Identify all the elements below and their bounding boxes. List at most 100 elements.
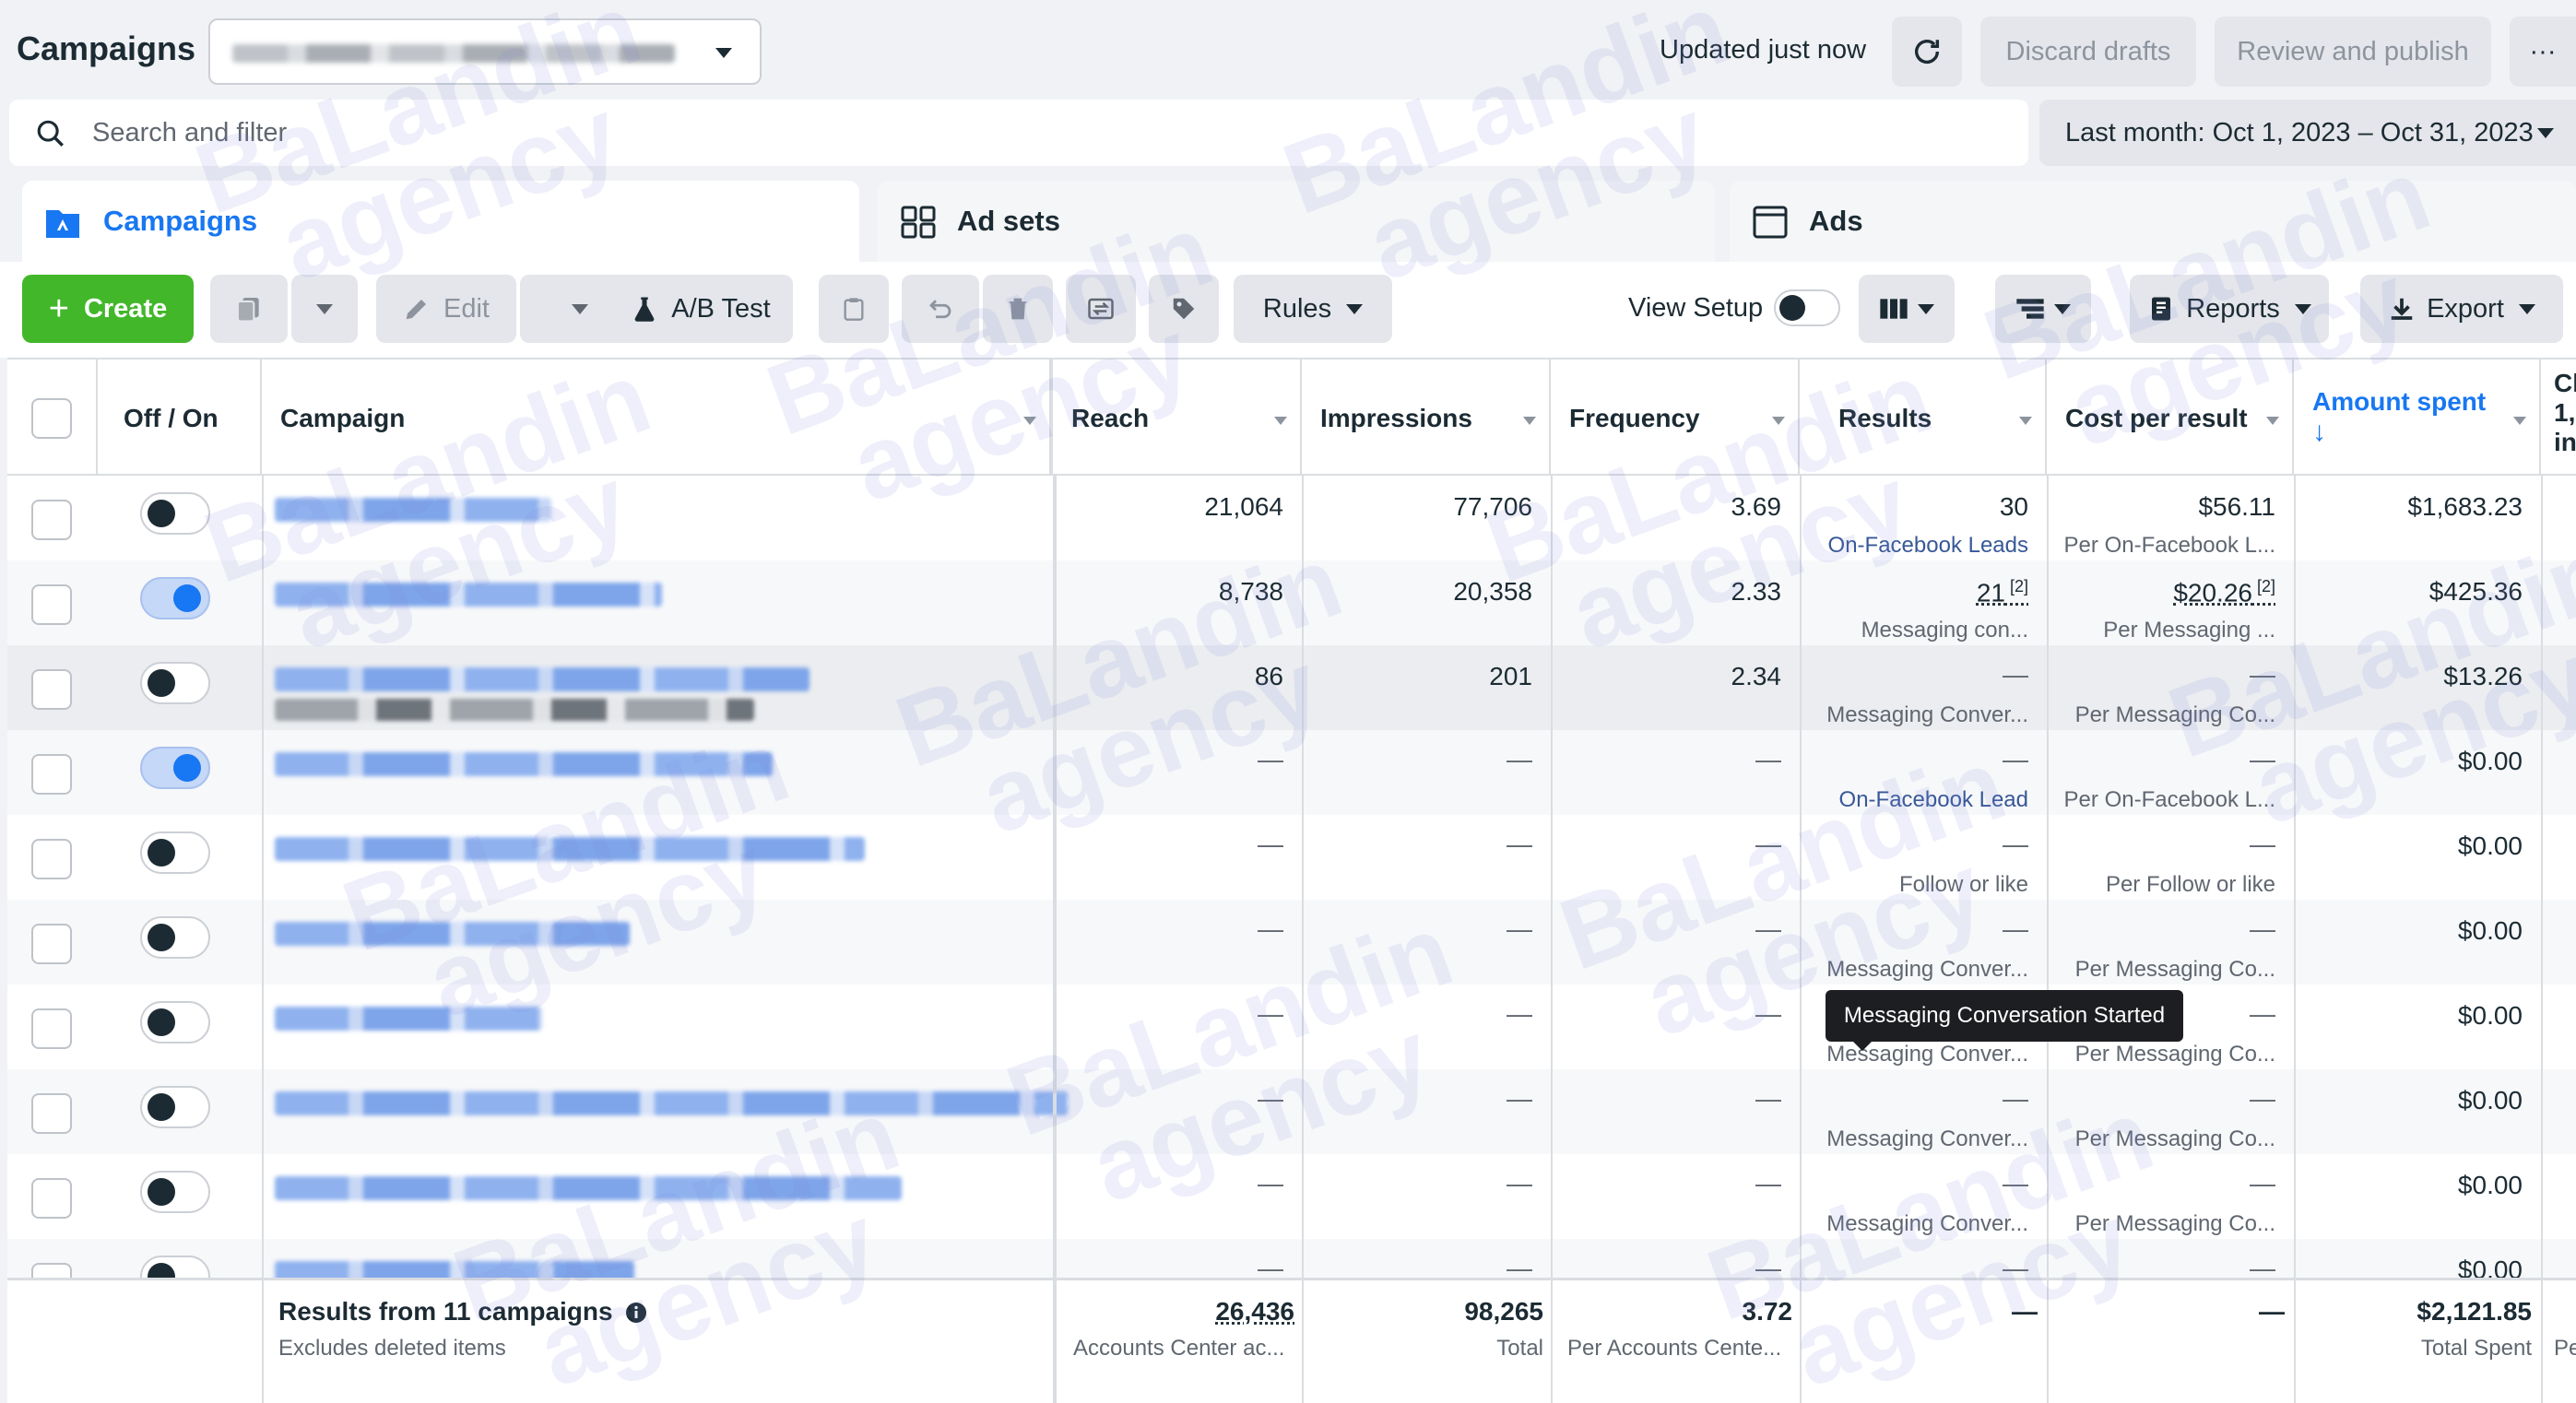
- campaign-name-link[interactable]: [275, 498, 551, 522]
- tab-ad-sets-label: Ad sets: [957, 205, 1060, 238]
- row-checkbox[interactable]: [31, 754, 72, 795]
- campaign-name-link[interactable]: [275, 922, 630, 946]
- ab-test-button[interactable]: A/B Test: [609, 275, 793, 343]
- table-row[interactable]: — — — — On-Facebook Lead — Per On-Facebook L..…: [7, 730, 2576, 815]
- campaign-name-link[interactable]: [275, 752, 773, 776]
- cell-results-type: On-Facebook Leads: [1828, 533, 2028, 559]
- row-checkbox[interactable]: [31, 1093, 72, 1134]
- header-results[interactable]: Results: [1800, 360, 2047, 476]
- campaign-toggle[interactable]: [140, 492, 210, 535]
- review-publish-button[interactable]: Review and publish: [2215, 17, 2491, 87]
- row-checkbox[interactable]: [31, 500, 72, 540]
- header-cost-per-result[interactable]: Cost per result: [2047, 360, 2294, 476]
- header-frequency[interactable]: Frequency: [1551, 360, 1800, 476]
- table-row[interactable]: ————Messaging Conver...—Per Messaging Co…: [7, 900, 2576, 984]
- table-row[interactable]: ————Messaging Conver...—Per Messaging Co…: [7, 1154, 2576, 1239]
- campaign-toggle[interactable]: [140, 1001, 210, 1043]
- rules-button[interactable]: Rules: [1234, 275, 1392, 343]
- undo-button[interactable]: [902, 275, 979, 343]
- header-off-on[interactable]: Off / On: [98, 360, 262, 476]
- row-checkbox[interactable]: [31, 839, 72, 879]
- search-bar[interactable]: Search and filter: [9, 100, 2028, 166]
- sort-icon: [1023, 417, 1036, 425]
- more-options-button[interactable]: ···: [2510, 17, 2576, 87]
- view-setup-label: View Setup: [1628, 293, 1763, 324]
- divider: [1302, 1154, 1304, 1239]
- tab-campaigns-label: Campaigns: [103, 205, 257, 238]
- duplicate-button[interactable]: [210, 275, 288, 343]
- campaign-name-link[interactable]: [275, 667, 809, 691]
- header-label: Cost per result: [2065, 404, 2248, 433]
- campaign-name-link[interactable]: [275, 583, 662, 607]
- breakdown-button[interactable]: [1995, 275, 2091, 343]
- table-row[interactable]: 86 201 2.34 — Messaging Conver... — Per Messag…: [7, 645, 2576, 730]
- campaign-name-link[interactable]: [275, 1091, 1068, 1115]
- tab-ads[interactable]: Ads: [1730, 181, 2576, 264]
- cell-cpr: —: [2250, 830, 2275, 859]
- row-checkbox[interactable]: [31, 1178, 72, 1219]
- row-checkbox[interactable]: [31, 669, 72, 710]
- campaign-name-link[interactable]: [275, 1176, 902, 1200]
- header-clicks[interactable]: Cl 1, in: [2541, 360, 2576, 476]
- sort-desc-icon: ↓: [2312, 417, 2326, 448]
- refresh-icon: [1911, 36, 1943, 67]
- campaign-toggle[interactable]: [140, 747, 210, 789]
- table-row[interactable]: ————Messaging Conver...—Per Messaging Co…: [7, 984, 2576, 1069]
- export-button[interactable]: Export: [2360, 275, 2563, 343]
- ad-icon: [1752, 205, 1789, 240]
- refresh-button[interactable]: [1892, 17, 1962, 87]
- cell-cpr-type: Per On-Facebook L...: [2064, 787, 2275, 813]
- table-row[interactable]: 21,064 77,706 3.69 30 On-Facebook Leads $56.1…: [7, 476, 2576, 560]
- row-checkbox[interactable]: [31, 1008, 72, 1049]
- cell-impressions: 201: [1489, 662, 1532, 691]
- account-name-blurred: [232, 44, 675, 63]
- tag-button[interactable]: [1149, 275, 1219, 343]
- columns-button[interactable]: [1859, 275, 1955, 343]
- cell-cpr-type: Per Messaging ...: [2103, 618, 2275, 643]
- date-range-picker[interactable]: Last month: Oct 1, 2023 – Oct 31, 2023: [2039, 100, 2576, 166]
- header-amount-spent[interactable]: Amount spent ↓: [2294, 360, 2541, 476]
- table-row[interactable]: — — — — Follow or like — Per Follow or like $0.…: [7, 815, 2576, 900]
- table-row[interactable]: ————Messaging Conver...—Per Messaging Co…: [7, 1069, 2576, 1154]
- duplicate-icon: [234, 293, 264, 324]
- campaign-toggle[interactable]: [140, 831, 210, 874]
- divider: [1551, 815, 1553, 900]
- campaign-toggle[interactable]: [140, 916, 210, 959]
- footer-reach[interactable]: 26,436: [1215, 1297, 1294, 1326]
- table-row[interactable]: 8,738 20,358 2.33 21 [2] Messaging con... $20…: [7, 560, 2576, 645]
- move-button[interactable]: [1066, 275, 1136, 343]
- header-campaign[interactable]: Campaign: [262, 360, 1053, 476]
- info-icon[interactable]: [625, 1302, 647, 1324]
- create-label: Create: [84, 294, 167, 324]
- delete-button[interactable]: [983, 275, 1053, 343]
- clipboard-button[interactable]: [819, 275, 889, 343]
- select-all-checkbox[interactable]: [31, 398, 72, 439]
- page-title: Campaigns: [17, 29, 195, 68]
- search-input[interactable]: Search and filter: [92, 118, 287, 148]
- row-checkbox[interactable]: [31, 584, 72, 625]
- campaign-toggle[interactable]: [140, 662, 210, 704]
- grid-icon: [900, 205, 937, 240]
- discard-drafts-button[interactable]: Discard drafts: [1980, 17, 2196, 87]
- footer-impressions-label: Total: [1496, 1336, 1543, 1362]
- campaign-name-link[interactable]: [275, 1007, 542, 1031]
- view-setup-toggle[interactable]: [1774, 289, 1840, 331]
- tab-ad-sets[interactable]: Ad sets: [878, 181, 1715, 264]
- campaign-name-link[interactable]: [275, 837, 865, 861]
- campaign-toggle[interactable]: [140, 1171, 210, 1213]
- reports-button[interactable]: Reports: [2130, 275, 2329, 343]
- ad-account-selector[interactable]: [208, 18, 762, 85]
- toggle-knob: [148, 500, 175, 527]
- campaign-toggle[interactable]: [140, 577, 210, 619]
- divider: [262, 984, 264, 1069]
- edit-button[interactable]: Edit: [376, 275, 516, 343]
- duplicate-dropdown[interactable]: [291, 275, 358, 343]
- create-button[interactable]: + Create: [22, 275, 194, 343]
- tab-campaigns[interactable]: Campaigns: [22, 181, 859, 264]
- header-impressions[interactable]: Impressions: [1302, 360, 1551, 476]
- divider: [1800, 560, 1802, 645]
- campaign-toggle[interactable]: [140, 1086, 210, 1128]
- header-reach[interactable]: Reach: [1053, 360, 1302, 476]
- row-checkbox[interactable]: [31, 924, 72, 964]
- chevron-down-icon: [715, 48, 732, 58]
